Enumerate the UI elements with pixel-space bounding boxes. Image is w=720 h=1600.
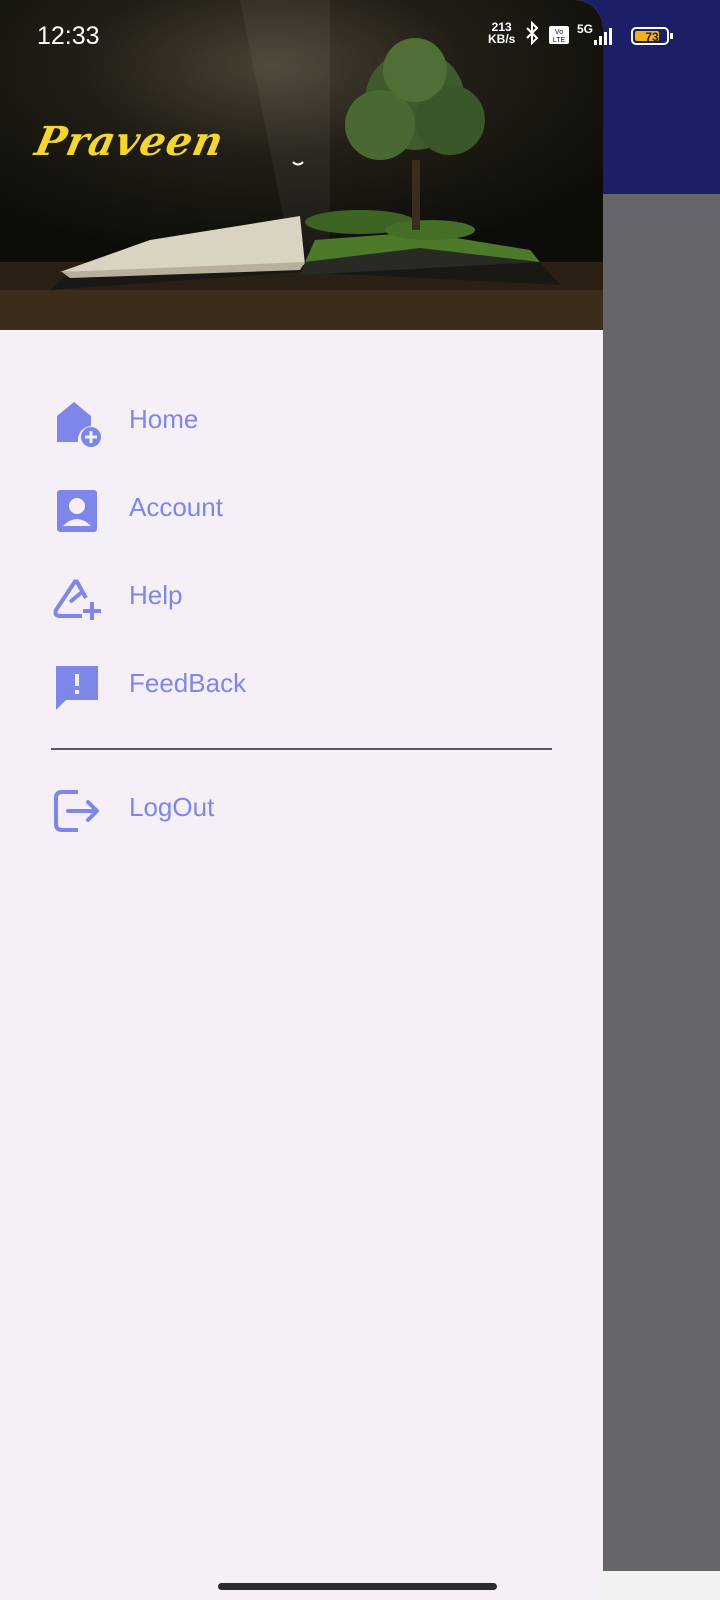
menu-item-feedback[interactable]: FeedBack (0, 644, 603, 724)
bluetooth-icon (526, 20, 539, 46)
net-speed-unit: KB/s (488, 32, 516, 46)
menu-item-label: Account (129, 492, 223, 522)
menu-item-logout[interactable]: LogOut (0, 768, 603, 848)
menu-item-label: LogOut (129, 792, 215, 822)
status-bar: 12:33 213 KB/s Vo LTE 5G 73 (0, 0, 720, 70)
feedback-icon (52, 662, 102, 712)
menu-item-label: Home (129, 404, 199, 434)
menu-divider (51, 748, 552, 750)
menu-item-label: FeedBack (129, 668, 247, 698)
account-box-icon (52, 486, 102, 536)
battery-level: 73 (645, 30, 659, 44)
header-name: Praveen (31, 118, 229, 165)
svg-text:LTE: LTE (553, 37, 566, 44)
net-speed: 213 KB/s (488, 21, 515, 45)
menu-item-account[interactable]: Account (0, 468, 603, 548)
menu-item-home[interactable]: Home (0, 380, 603, 460)
home-add-icon (52, 398, 102, 448)
volte-icon: Vo LTE (549, 26, 569, 44)
help-plus-icon (52, 574, 102, 624)
svg-text:Vo: Vo (555, 29, 563, 36)
signal-icon (594, 28, 612, 45)
network-type: 5G (577, 22, 593, 36)
status-time: 12:33 (37, 22, 100, 50)
menu-item-help[interactable]: Help (0, 556, 603, 636)
menu-item-label: Help (129, 580, 183, 610)
navigation-drawer: Praveen Home Account Help FeedBack LogOu… (0, 0, 603, 1600)
gesture-nav-bar[interactable] (218, 1583, 497, 1590)
logout-icon (52, 786, 102, 836)
